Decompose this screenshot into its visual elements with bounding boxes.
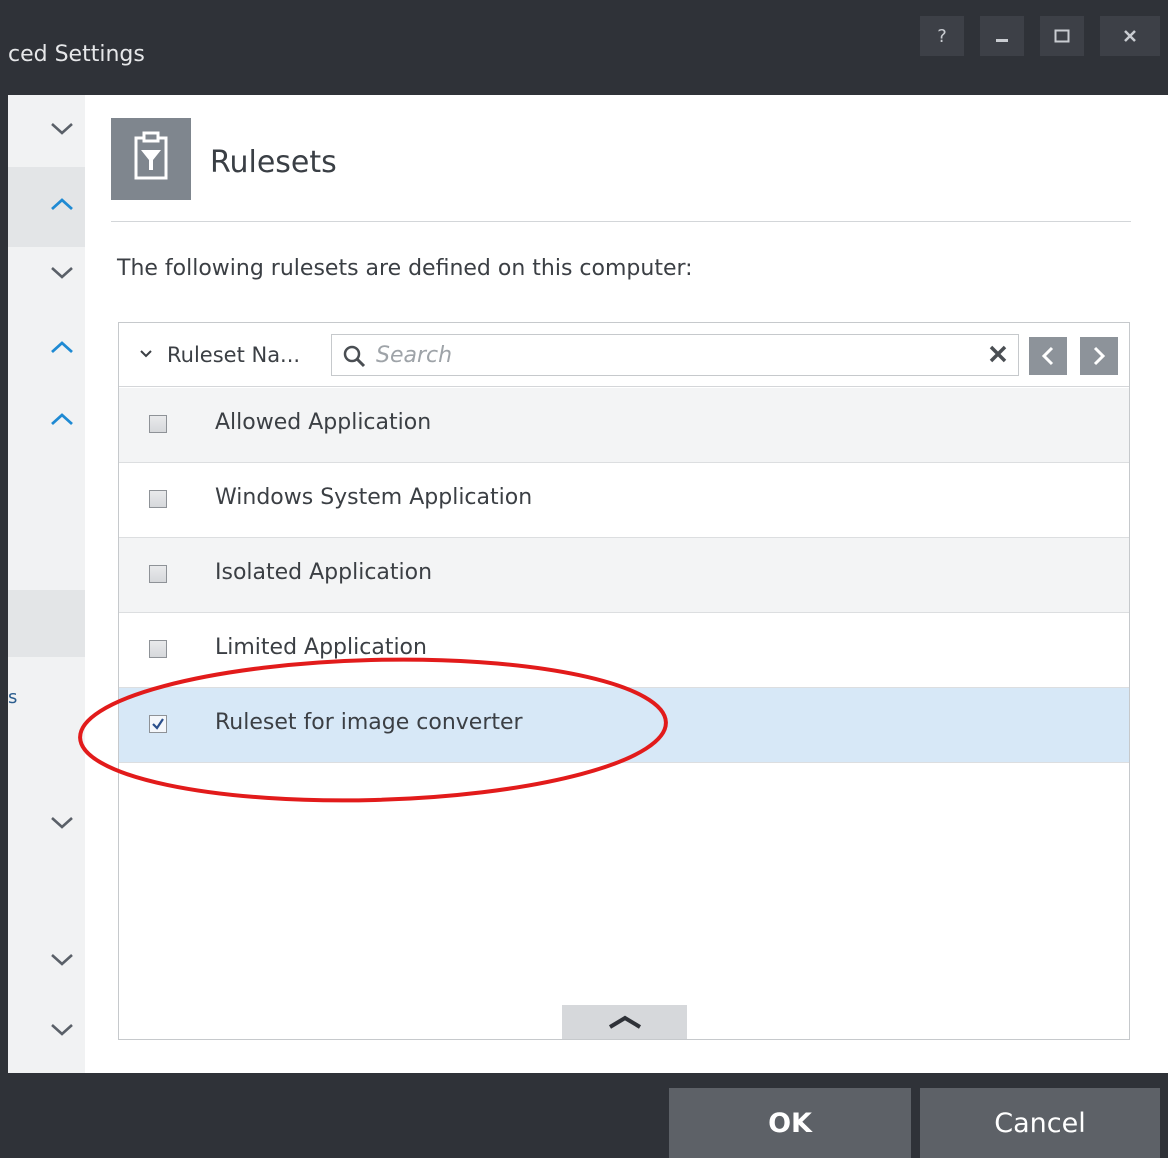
search-icon [343,345,366,368]
minimize-button[interactable] [980,16,1024,56]
help-icon: ? [937,25,947,47]
row-label: Ruleset for image converter [215,710,523,735]
page-title: Rulesets [210,145,337,180]
maximize-button[interactable] [1040,16,1084,56]
column-header-ruleset-name[interactable]: Ruleset Na... [167,343,300,367]
chevron-left-icon [1041,346,1054,366]
description-text: The following rulesets are defined on th… [117,256,693,281]
checkmark-icon [152,718,164,730]
clear-search-icon[interactable] [988,343,1008,365]
chevron-down-icon[interactable] [48,1020,76,1040]
search-input[interactable]: Search [331,334,1019,376]
chevron-down-icon[interactable] [48,263,76,283]
window-title: ced Settings [8,42,145,67]
cancel-button[interactable]: Cancel [920,1088,1160,1158]
sidebar-item-highlight[interactable] [8,590,85,657]
search-placeholder: Search [376,343,453,368]
row-label: Windows System Application [215,485,533,510]
chevron-up-icon[interactable] [48,337,76,357]
cancel-button-label: Cancel [994,1107,1086,1139]
chevron-up-icon[interactable] [48,194,76,214]
scroll-up-button[interactable] [562,1005,687,1039]
rulesets-table: Ruleset Na... Search Allowed Application… [118,322,1130,1040]
chevron-down-icon[interactable] [48,950,76,970]
row-checkbox[interactable] [149,490,167,508]
row-label: Limited Application [215,635,427,660]
table-header: Ruleset Na... Search [119,323,1129,387]
chevron-up-icon [608,1015,641,1029]
next-page-button[interactable] [1080,337,1118,375]
row-checkbox[interactable] [149,565,167,583]
chevron-right-icon [1093,346,1106,366]
row-label: Isolated Application [215,560,433,585]
previous-page-button[interactable] [1029,337,1067,375]
row-checkbox[interactable] [149,415,167,433]
table-row[interactable]: Limited Application [119,613,1129,688]
ruleset-filter-icon [111,118,191,200]
table-row[interactable]: Allowed Application [119,388,1129,463]
window-edge [0,95,8,1158]
maximize-icon [1054,29,1070,43]
chevron-up-icon[interactable] [48,409,76,429]
sidebar-text-fragment: s [8,687,18,708]
row-checkbox[interactable] [149,640,167,658]
close-icon [1124,30,1136,42]
table-row-selected[interactable]: Ruleset for image converter [119,688,1129,763]
title-bar: ced Settings ? [0,0,1168,95]
table-row[interactable]: Windows System Application [119,463,1129,538]
ok-button-label: OK [768,1107,812,1139]
table-row[interactable]: Isolated Application [119,538,1129,613]
row-label: Allowed Application [215,410,432,435]
row-checkbox-checked[interactable] [149,715,167,733]
chevron-down-icon[interactable] [48,119,76,139]
chevron-down-icon[interactable] [139,349,153,359]
chevron-down-icon[interactable] [48,813,76,833]
sidebar: s [8,95,85,1073]
minimize-icon [996,39,1008,42]
help-button[interactable]: ? [920,16,964,56]
ok-button[interactable]: OK [669,1088,911,1158]
divider [111,221,1131,222]
close-button[interactable] [1100,16,1160,56]
